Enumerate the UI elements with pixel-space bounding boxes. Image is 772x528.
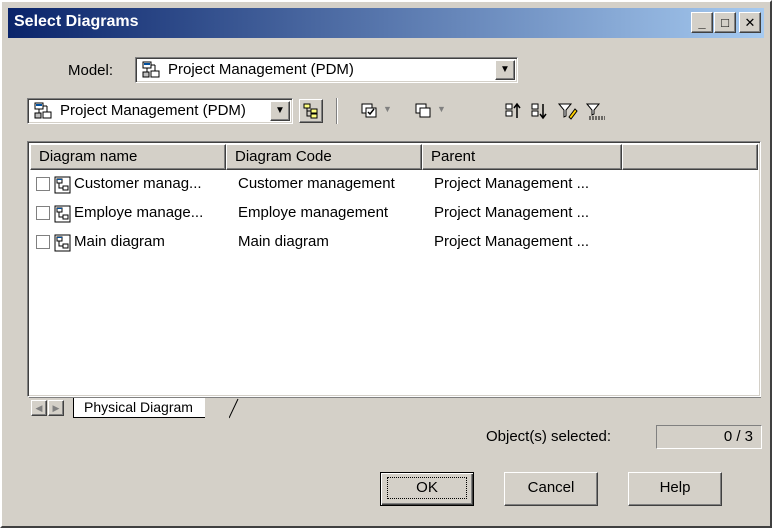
select-all-dropdown-icon[interactable]: ▼ [383, 104, 392, 114]
row-checkbox[interactable] [36, 206, 50, 220]
diagram-name: Main diagram [74, 233, 165, 250]
pdm-model-icon [142, 61, 160, 78]
diagram-name: Customer manag... [74, 175, 202, 192]
package-dropdown-button[interactable]: ▼ [270, 101, 290, 121]
diagram-type-tabbar: ◀ ▶ Physical Diagram [29, 397, 761, 419]
help-button[interactable]: Help [628, 472, 722, 506]
diagram-name: Employe manage... [74, 204, 204, 221]
diagram-code: Main diagram [238, 233, 329, 250]
diagram-code: Customer management [238, 175, 395, 192]
diagram-code: Employe management [238, 204, 389, 221]
diagram-parent: Project Management ... [434, 233, 590, 250]
select-diagrams-dialog: Select Diagrams _ □ ✕ Model: Project Man… [0, 0, 772, 528]
ok-button[interactable]: OK [380, 472, 474, 506]
diagram-parent: Project Management ... [434, 175, 590, 192]
move-to-bottom-icon[interactable] [531, 102, 549, 120]
physical-diagram-icon [54, 234, 71, 252]
physical-diagram-icon [54, 205, 71, 223]
pdm-package-icon [34, 102, 52, 119]
model-combo[interactable]: Project Management (PDM) ▼ [135, 57, 518, 83]
model-dropdown-button[interactable]: ▼ [495, 60, 515, 80]
deselect-all-dropdown-icon[interactable]: ▼ [437, 104, 446, 114]
row-checkbox[interactable] [36, 177, 50, 191]
column-header-diagram-code[interactable]: Diagram Code [226, 144, 422, 170]
move-to-top-icon[interactable] [505, 102, 523, 120]
include-subpackages-icon [303, 103, 318, 119]
tab-physical-diagram[interactable]: Physical Diagram [73, 398, 205, 418]
row-checkbox[interactable] [36, 235, 50, 249]
include-subpackages-button[interactable] [299, 99, 323, 123]
select-all-icon[interactable] [361, 103, 379, 119]
deselect-all-icon[interactable] [415, 103, 433, 119]
table-row[interactable]: Employe manage... Employe management Pro… [30, 199, 758, 228]
close-button[interactable]: ✕ [739, 12, 761, 33]
tab-edge [229, 398, 239, 419]
column-header-diagram-name[interactable]: Diagram name [30, 144, 226, 170]
table-row[interactable]: Customer manag... Customer management Pr… [30, 170, 758, 199]
objects-selected-label: Object(s) selected: [486, 428, 612, 445]
toolbar-separator [336, 98, 338, 124]
column-header-parent[interactable]: Parent [422, 144, 622, 170]
title-bar[interactable]: Select Diagrams _ □ ✕ [8, 8, 764, 38]
window-title: Select Diagrams [14, 13, 139, 30]
tab-scroll-left-button[interactable]: ◀ [31, 400, 47, 416]
ok-label: OK [387, 477, 467, 499]
diagrams-list[interactable]: Diagram name Diagram Code Parent Custome… [27, 141, 761, 397]
objects-selected-count: 0 / 3 [656, 425, 762, 449]
diagram-parent: Project Management ... [434, 204, 590, 221]
table-row[interactable]: Main diagram Main diagram Project Manage… [30, 228, 758, 257]
maximize-button[interactable]: □ [714, 12, 736, 33]
clear-filter-icon[interactable] [586, 102, 608, 120]
model-label: Model: [68, 62, 114, 79]
filter-icon[interactable] [558, 102, 578, 120]
tab-scroll-right-button[interactable]: ▶ [48, 400, 64, 416]
package-combo[interactable]: Project Management (PDM) ▼ [27, 98, 293, 124]
model-value: Project Management (PDM) [168, 61, 354, 78]
package-value: Project Management (PDM) [60, 102, 246, 119]
minimize-button[interactable]: _ [691, 12, 713, 33]
cancel-button[interactable]: Cancel [504, 472, 598, 506]
physical-diagram-icon [54, 176, 71, 194]
column-header-empty [622, 144, 758, 170]
